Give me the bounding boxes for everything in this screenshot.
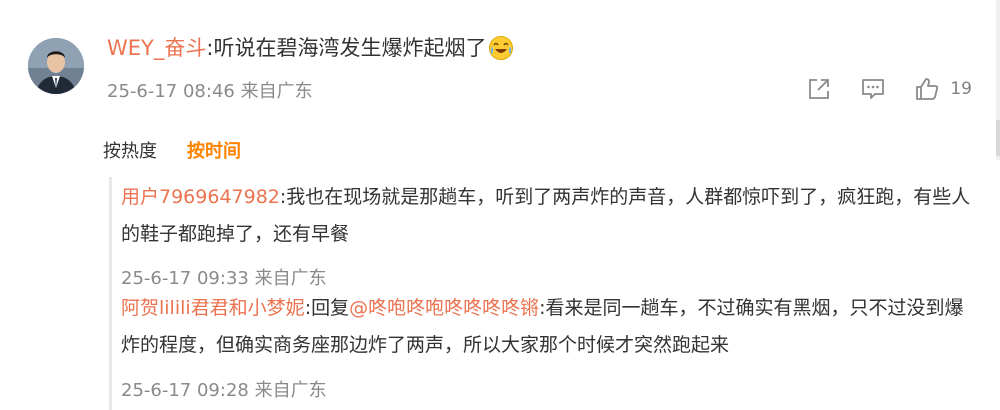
reply-item: 用户7969647982:我也在现场就是那趟车，听到了两声炸的声音，人群都惊吓到… — [121, 179, 979, 253]
scrollbar-thumb[interactable] — [996, 120, 1000, 156]
reply-timestamp: 25-6-17 09:33 — [121, 268, 249, 289]
reply-source: 来自广东 — [254, 268, 327, 289]
laugh-cry-emoji-icon — [488, 35, 514, 69]
sort-by-time-tab[interactable]: 按时间 — [187, 137, 241, 163]
comment-panel: WEY_奋斗:听说在碧海湾发生爆炸起烟了 25-6-17 08:46 来自广东 — [0, 0, 1000, 410]
share-icon[interactable] — [806, 76, 832, 102]
comment-author-link[interactable]: WEY_奋斗 — [107, 36, 206, 60]
reply-prefix: 回复 — [311, 297, 350, 319]
comment-source: 来自广东 — [240, 81, 313, 102]
comment-header: WEY_奋斗:听说在碧海湾发生爆炸起烟了 — [107, 33, 514, 69]
like-button[interactable]: 19 — [914, 76, 972, 102]
mention-link[interactable]: @咚咆咚咆咚咚咚咚锵 — [349, 297, 539, 319]
reply-meta: 25-6-17 09:33 来自广东 — [121, 264, 327, 290]
reply-author-link[interactable]: 阿贺lilili君君和小梦妮 — [121, 297, 305, 319]
comment-meta: 25-6-17 08:46 来自广东 — [107, 77, 313, 103]
thumbs-up-icon — [914, 76, 940, 102]
like-count: 19 — [950, 79, 972, 99]
comment-timestamp: 25-6-17 08:46 — [107, 81, 235, 102]
comment-actions: 19 — [806, 76, 972, 102]
comment-text: 听说在碧海湾发生爆炸起烟了 — [213, 36, 487, 60]
reply-meta: 25-6-17 09:28 来自广东 — [121, 376, 327, 402]
reply-list: 用户7969647982:我也在现场就是那趟车，听到了两声炸的声音，人群都惊吓到… — [109, 177, 987, 410]
reply-author-link[interactable]: 用户7969647982 — [121, 186, 280, 208]
reply-timestamp: 25-6-17 09:28 — [121, 380, 249, 401]
comment-icon[interactable] — [860, 76, 886, 102]
sort-by-hot-tab[interactable]: 按热度 — [103, 137, 157, 163]
reply-item: 阿贺lilili君君和小梦妮:回复@咚咆咚咆咚咚咚咚锵:看来是同一趟车，不过确实… — [121, 290, 979, 364]
sort-bar: 按热度 按时间 — [103, 137, 241, 163]
avatar[interactable] — [28, 38, 84, 94]
reply-source: 来自广东 — [254, 380, 327, 401]
